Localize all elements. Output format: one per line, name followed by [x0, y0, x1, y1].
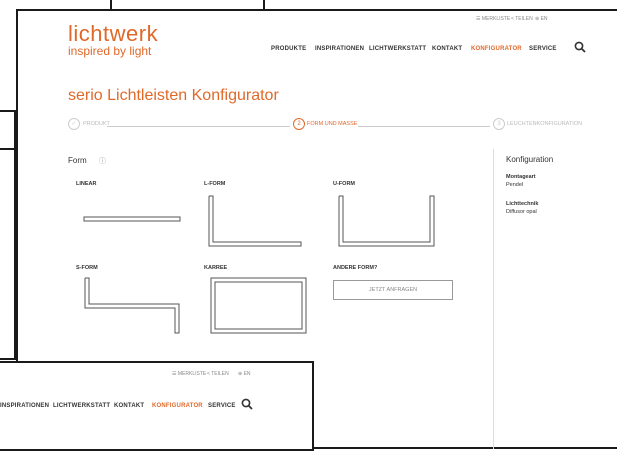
- page-title: serio Lichtleisten Konfigurator: [68, 87, 279, 104]
- u-shape-icon[interactable]: [336, 191, 436, 251]
- form-heading: Form: [68, 156, 87, 165]
- shape-label-s-form: S-FORM: [76, 265, 98, 271]
- nav-kontakt[interactable]: KONTAKT: [114, 403, 144, 409]
- merkliste-link[interactable]: ☰ MERKLISTE: [476, 16, 510, 22]
- nav-lichtwerkstatt[interactable]: LICHTWERKSTATT: [369, 46, 426, 52]
- share-link[interactable]: < TEILEN: [207, 371, 229, 377]
- language-link[interactable]: ⊕ EN: [238, 371, 251, 377]
- search-icon[interactable]: [574, 41, 586, 53]
- shape-label-linear: LINEAR: [76, 181, 97, 187]
- config-value-montageart: Pendel: [506, 182, 524, 188]
- config-key-montageart: Montageart: [506, 174, 536, 180]
- step-1-label[interactable]: PRODUKT: [83, 121, 110, 127]
- nav-service[interactable]: SERVICE: [208, 403, 236, 409]
- shape-label-l-form: L-FORM: [204, 181, 226, 187]
- shape-label-karree: KARREE: [204, 265, 228, 271]
- shape-label-u-form: U-FORM: [333, 181, 355, 187]
- nav-lichtwerkstatt[interactable]: LICHTWERKSTATT: [53, 403, 110, 409]
- share-link[interactable]: < TEILEN: [511, 16, 533, 22]
- nav-kontakt[interactable]: KONTAKT: [432, 46, 462, 52]
- search-icon[interactable]: [241, 398, 253, 410]
- nav-service[interactable]: SERVICE: [529, 46, 557, 52]
- sidebar-divider: [493, 149, 494, 449]
- step-3-label: LEUCHTENKONFIGURATION: [507, 121, 583, 127]
- step-3-circle: 3: [493, 118, 505, 130]
- merkliste-link[interactable]: ☰ MERKLISTE: [172, 371, 206, 377]
- sidebar-heading: Konfiguration: [506, 155, 554, 164]
- info-icon[interactable]: ⓘ: [99, 156, 106, 166]
- step-2-label: FORM UND MASSE: [307, 121, 358, 127]
- stepper-line: [358, 126, 490, 127]
- stepper-line: [107, 126, 290, 127]
- nav-produkte[interactable]: PRODUKTE: [271, 46, 306, 52]
- nav-inspirationen[interactable]: INSPIRATIONEN: [0, 403, 49, 409]
- background-window-fragment: [0, 110, 16, 150]
- shape-label-andere-form: ANDERE FORM?: [333, 265, 378, 271]
- nav-inspirationen[interactable]: INSPIRATIONEN: [315, 46, 364, 52]
- overlay-browser-window: ☰ MERKLISTE < TEILEN ⊕ EN INSPIRATIONEN …: [0, 361, 314, 451]
- l-shape-icon[interactable]: [206, 191, 306, 251]
- linear-shape-icon[interactable]: [82, 211, 182, 227]
- s-shape-icon[interactable]: [82, 275, 182, 335]
- square-shape-icon[interactable]: [209, 276, 309, 336]
- language-link[interactable]: ⊕ EN: [535, 16, 548, 22]
- config-value-lichttechnik: Diffusor opal: [506, 209, 537, 215]
- step-1-check-icon[interactable]: ✓: [68, 118, 80, 130]
- step-2-circle: 2: [293, 118, 305, 130]
- config-key-lichttechnik: Lichttechnik: [506, 201, 539, 207]
- brand-tagline: inspired by light: [68, 44, 152, 58]
- nav-konfigurator[interactable]: KONFIGURATOR: [471, 46, 522, 52]
- background-window-fragment: [0, 150, 16, 360]
- request-button[interactable]: JETZT ANFRAGEN: [333, 280, 453, 300]
- nav-konfigurator[interactable]: KONFIGURATOR: [152, 403, 203, 409]
